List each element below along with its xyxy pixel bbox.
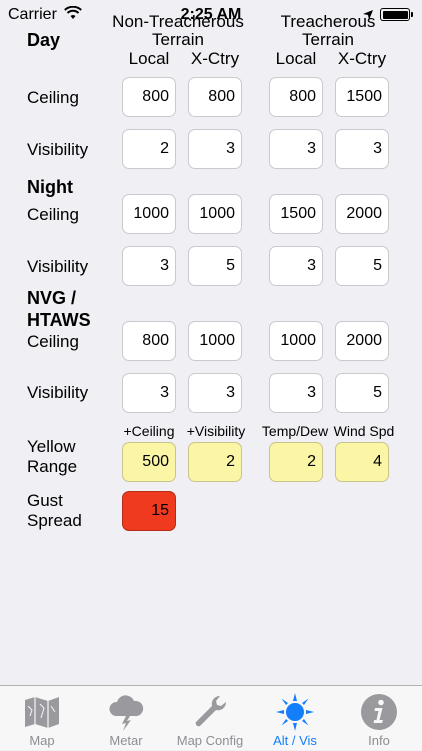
nvg-ceiling-label: Ceiling (27, 332, 79, 351)
yellow-header-tempdew: Temp/Dew (261, 423, 329, 439)
tab-alt-vis-label: Alt / Vis (273, 733, 317, 748)
yellow-header-visibility: +Visibility (186, 423, 246, 439)
nvg-visibility-xctry-t[interactable]: 5 (335, 373, 389, 413)
storm-cloud-icon (106, 692, 146, 732)
night-ceiling-xctry-t[interactable]: 2000 (335, 194, 389, 234)
header-xctry-2: X-Ctry (337, 49, 387, 68)
tab-metar[interactable]: Metar (84, 686, 168, 751)
header-treacherous: Treacherous Terrain (258, 13, 398, 49)
section-day: Day (27, 30, 61, 50)
tab-metar-label: Metar (109, 733, 143, 748)
tab-info-label: Info (368, 733, 390, 748)
tab-map-config-label: Map Config (176, 733, 244, 748)
day-ceiling-label: Ceiling (27, 88, 79, 107)
night-ceiling-local-t[interactable]: 1500 (269, 194, 323, 234)
nvg-visibility-local-nt[interactable]: 3 (122, 373, 176, 413)
day-visibility-local-t[interactable]: 3 (269, 129, 323, 169)
day-visibility-xctry-t[interactable]: 3 (335, 129, 389, 169)
night-visibility-xctry-t[interactable]: 5 (335, 246, 389, 286)
night-ceiling-label: Ceiling (27, 205, 79, 224)
day-visibility-local-nt[interactable]: 2 (122, 129, 176, 169)
yellow-range-label: Yellow Range (27, 437, 78, 476)
yellow-header-windspd: Wind Spd (333, 423, 395, 439)
yellow-header-ceiling: +Ceiling (123, 423, 175, 439)
wrench-icon (190, 692, 230, 732)
yellow-tempdew-field[interactable]: 2 (269, 442, 323, 482)
night-visibility-local-t[interactable]: 3 (269, 246, 323, 286)
section-night: Night (27, 177, 73, 197)
nvg-ceiling-xctry-nt[interactable]: 1000 (188, 321, 242, 361)
header-non-treacherous-text: Non-Treacherous Terrain (112, 12, 244, 49)
header-local-2: Local (275, 49, 317, 68)
header-xctry-1: X-Ctry (190, 49, 240, 68)
nvg-visibility-xctry-nt[interactable]: 3 (188, 373, 242, 413)
sun-icon (275, 692, 315, 732)
map-icon (22, 692, 62, 732)
nvg-ceiling-local-t[interactable]: 1000 (269, 321, 323, 361)
night-ceiling-xctry-nt[interactable]: 1000 (188, 194, 242, 234)
tab-map-config[interactable]: Map Config (168, 686, 252, 751)
day-visibility-label: Visibility (27, 140, 89, 159)
tab-bar: Map Metar Map Config Alt / Vis Info (0, 685, 422, 750)
nvg-visibility-label: Visibility (27, 383, 89, 402)
nvg-ceiling-local-nt[interactable]: 800 (122, 321, 176, 361)
night-visibility-local-nt[interactable]: 3 (122, 246, 176, 286)
nvg-ceiling-xctry-t[interactable]: 2000 (335, 321, 389, 361)
info-icon (359, 692, 399, 732)
yellow-visibility-field[interactable]: 2 (188, 442, 242, 482)
yellow-ceiling-field[interactable]: 500 (122, 442, 176, 482)
gust-spread-field[interactable]: 15 (122, 491, 176, 531)
tab-map[interactable]: Map (0, 686, 84, 751)
section-nvg-htaws: NVG / HTAWS (27, 288, 91, 330)
header-treacherous-text: Treacherous Terrain (280, 12, 376, 49)
tab-info[interactable]: Info (337, 686, 421, 751)
day-ceiling-xctry-t[interactable]: 1500 (335, 77, 389, 117)
night-visibility-label: Visibility (27, 257, 89, 276)
day-ceiling-xctry-nt[interactable]: 800 (188, 77, 242, 117)
gust-spread-label: Gust Spread (27, 491, 82, 530)
night-visibility-xctry-nt[interactable]: 5 (188, 246, 242, 286)
day-ceiling-local-t[interactable]: 800 (269, 77, 323, 117)
tab-map-label: Map (29, 733, 55, 748)
header-non-treacherous: Non-Treacherous Terrain (100, 13, 256, 49)
nvg-visibility-local-t[interactable]: 3 (269, 373, 323, 413)
day-visibility-xctry-nt[interactable]: 3 (188, 129, 242, 169)
night-ceiling-local-nt[interactable]: 1000 (122, 194, 176, 234)
yellow-windspd-field[interactable]: 4 (335, 442, 389, 482)
header-local-1: Local (128, 49, 170, 68)
tab-alt-vis[interactable]: Alt / Vis (253, 686, 337, 751)
day-ceiling-local-nt[interactable]: 800 (122, 77, 176, 117)
